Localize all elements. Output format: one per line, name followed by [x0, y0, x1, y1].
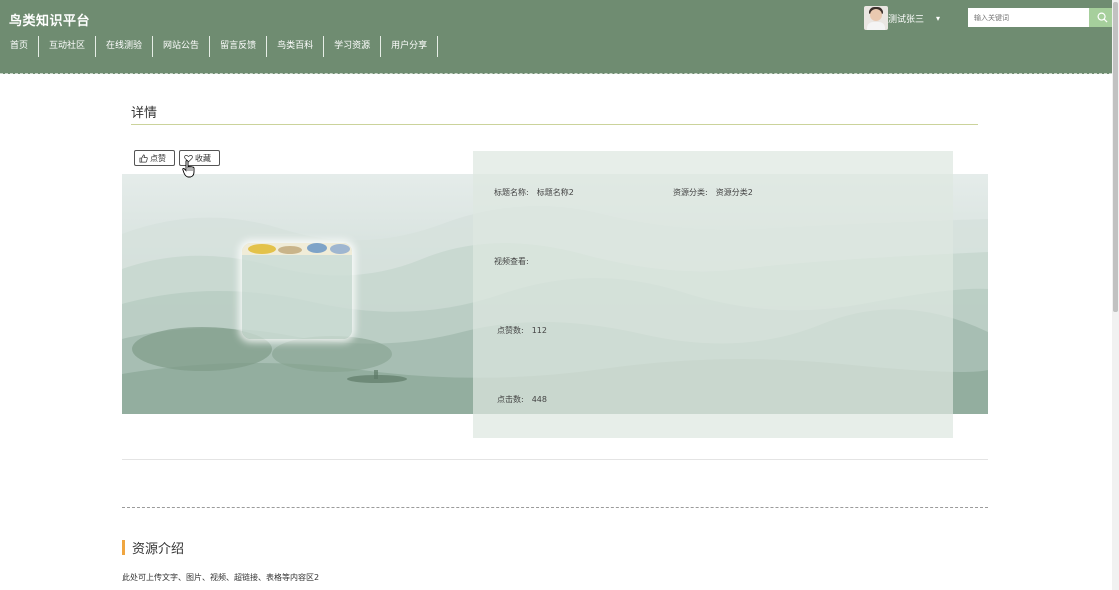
search-icon: [1097, 12, 1108, 23]
intro-title: 资源介绍: [132, 542, 185, 557]
field-video: 视频查看:: [494, 256, 529, 267]
username[interactable]: 测试张三: [888, 12, 924, 25]
field-video-label: 视频查看:: [494, 257, 529, 266]
search-box: [968, 8, 1115, 27]
nav-item-announcements[interactable]: 网站公告: [153, 36, 211, 57]
field-category-value: 资源分类2: [715, 188, 753, 197]
field-likes-label: 点赞数:: [497, 326, 524, 335]
field-category: 资源分类: 资源分类2: [673, 187, 753, 198]
scrollbar[interactable]: [1112, 0, 1119, 590]
top-header: 鸟类知识平台 首页 互动社区 在线测验 网站公告 留言反馈 鸟类百科 学习资源 …: [0, 0, 1115, 74]
accent-bar: [122, 540, 125, 555]
dashed-divider: [122, 507, 988, 508]
nav-item-home[interactable]: 首页: [5, 36, 40, 57]
section-divider: [122, 459, 988, 460]
field-title-label: 标题名称:: [494, 188, 529, 197]
field-likes: 点赞数: 112: [497, 325, 547, 336]
like-button-label: 点赞: [150, 153, 166, 163]
field-category-label: 资源分类:: [673, 188, 708, 197]
title-divider: [131, 124, 978, 125]
nav-item-user-share[interactable]: 用户分享: [381, 36, 439, 57]
scrollbar-thumb[interactable]: [1113, 2, 1118, 312]
site-brand[interactable]: 鸟类知识平台: [9, 10, 90, 29]
intro-content: 此处可上传文字、图片、视频、超链接、表格等内容区2: [122, 573, 320, 582]
avatar[interactable]: [864, 6, 888, 30]
nav-item-community[interactable]: 互动社区: [39, 36, 97, 57]
field-clicks-value: 448: [531, 395, 547, 404]
field-title: 标题名称: 标题名称2: [494, 187, 574, 198]
nav-item-resources[interactable]: 学习资源: [324, 36, 382, 57]
resource-image[interactable]: [242, 243, 352, 339]
main-nav: 首页 互动社区 在线测验 网站公告 留言反馈 鸟类百科 学习资源 用户分享: [5, 36, 439, 57]
field-clicks: 点击数: 448: [497, 394, 547, 405]
bird-photo-thumbnail: [242, 243, 352, 255]
search-input[interactable]: [968, 8, 1089, 27]
page-title: 详情: [131, 106, 158, 121]
nav-item-feedback[interactable]: 留言反馈: [210, 36, 268, 57]
nav-item-quiz[interactable]: 在线测验: [96, 36, 154, 57]
like-button[interactable]: 点赞: [134, 150, 175, 166]
user-menu[interactable]: 测试张三 ▾: [864, 6, 940, 30]
favorite-button-label: 收藏: [195, 153, 211, 163]
thumbs-up-icon: [139, 154, 148, 162]
chevron-down-icon[interactable]: ▾: [936, 14, 940, 23]
hand-cursor-icon: [182, 160, 195, 178]
intro-heading: 资源介绍: [122, 539, 185, 557]
field-clicks-label: 点击数:: [497, 395, 524, 404]
field-likes-value: 112: [531, 326, 547, 335]
info-panel: 标题名称: 标题名称2 资源分类: 资源分类2 视频查看: 点赞数: 112 点击数:…: [473, 151, 953, 438]
field-title-value: 标题名称2: [536, 188, 574, 197]
nav-item-encyclopedia[interactable]: 鸟类百科: [267, 36, 325, 57]
